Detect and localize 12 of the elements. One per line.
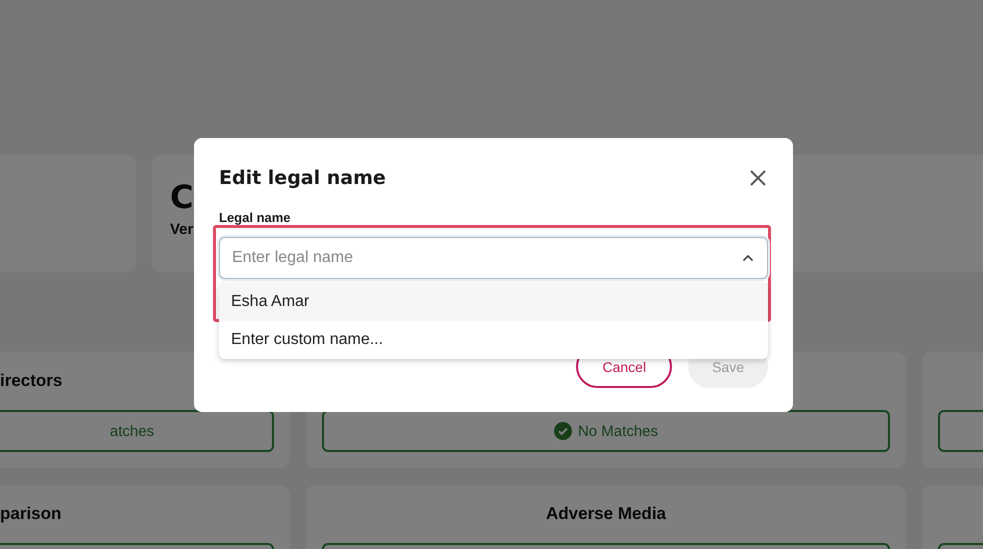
card-subheading: Ver — [170, 221, 194, 238]
card-heading: C — [170, 177, 194, 217]
dropdown-option[interactable]: Esha Amar — [219, 283, 768, 321]
card-title: irectors — [0, 371, 62, 391]
card-title: Adverse Media — [546, 504, 666, 524]
card-title: parison — [0, 504, 62, 524]
legal-name-select[interactable]: Enter legal name — [219, 237, 768, 279]
dialog-title: Edit legal name — [219, 167, 386, 189]
caret-icon — [742, 254, 754, 262]
close-button[interactable] — [748, 168, 768, 188]
field-label: Legal name — [219, 210, 292, 225]
close-icon — [750, 170, 766, 186]
